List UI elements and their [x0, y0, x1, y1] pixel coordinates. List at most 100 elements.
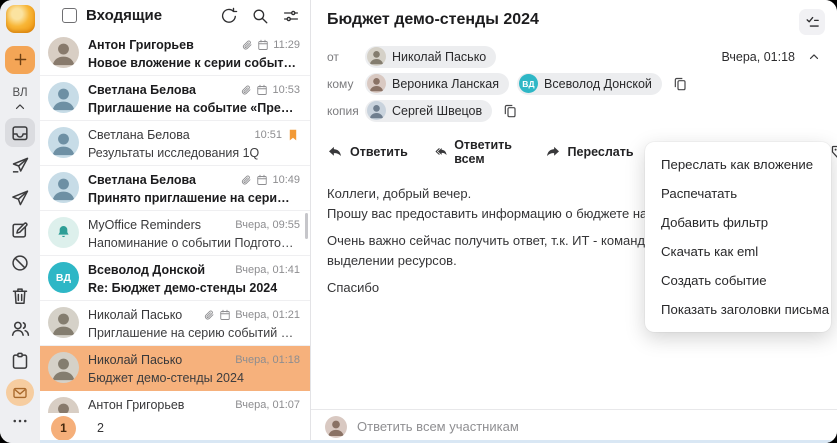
email-list-item[interactable]: Николай Пасько Вчера, 01:21 Приглашение … [40, 301, 310, 346]
message-subject: Бюджет демо-стенды 2024 [327, 11, 539, 28]
calendar-icon [10, 351, 30, 371]
folder-spam-button[interactable] [5, 249, 35, 278]
reply-button[interactable]: Ответить [327, 144, 408, 160]
email-summary: Николай Пасько Вчера, 01:18 Бюджет демо-… [88, 352, 300, 390]
email-time: Вчера, 01:18 [235, 354, 300, 366]
user-initials-badge[interactable]: ВЛ [12, 87, 27, 99]
sender-name: Светлана Белова [88, 173, 196, 187]
contact-chip[interactable]: Николай Пасько [365, 45, 497, 68]
message-date-block: Вчера, 01:18 [721, 50, 821, 64]
reply-all-button[interactable]: Ответить всем [435, 138, 518, 166]
email-subject: Приглашение на серию событий «Демо стен… [88, 326, 300, 340]
recipients-block: от Николай Пасько Вчера, 01:18 кому Веро… [311, 35, 837, 126]
sender-name: Николай Пасько [88, 353, 183, 367]
email-summary: Всеволод Донской Вчера, 01:41 Re: Бюджет… [88, 262, 300, 300]
email-summary: MyOffice Reminders Вчера, 09:55 Напомина… [88, 217, 300, 255]
avatar-initials: ВД [522, 78, 535, 89]
mail-icon [12, 385, 28, 401]
search-icon[interactable] [251, 7, 269, 25]
app-mail-button[interactable] [6, 379, 34, 407]
bell-icon [55, 224, 72, 241]
quick-reply-bar[interactable]: Ответить всем участникам [311, 409, 837, 443]
forward-label: Переслать [567, 145, 634, 159]
app-calendar-button[interactable] [5, 347, 35, 376]
email-time: 10:53 [272, 84, 300, 96]
email-list-item-selected[interactable]: Николай Пасько Вчера, 01:18 Бюджет демо-… [40, 346, 310, 391]
contact-chip[interactable]: Вероника Ланская [365, 72, 510, 95]
avatar-initials: ВД [55, 271, 72, 284]
menu-item-show-headers[interactable]: Показать заголовки письма [645, 295, 831, 324]
email-list-item[interactable]: Светлана Белова 10:51 Результаты исследо… [40, 121, 310, 166]
collapse-account-button[interactable] [13, 100, 27, 114]
email-list-item[interactable]: MyOffice Reminders Вчера, 09:55 Напомина… [40, 211, 310, 256]
contact-name: Всеволод Донской [544, 76, 652, 91]
menu-item-print[interactable]: Распечатать [645, 179, 831, 208]
email-list-item[interactable]: Светлана Белова 10:53 Приглашение на соб… [40, 76, 310, 121]
copy-cc-button[interactable] [502, 103, 518, 119]
folder-trash-button[interactable] [5, 281, 35, 310]
blocked-icon [10, 253, 30, 273]
message-header: Бюджет демо-стенды 2024 [311, 0, 837, 35]
outbox-icon [10, 155, 30, 175]
app-contacts-button[interactable] [5, 314, 35, 343]
email-list-item[interactable]: Антон Григорьев Вчера, 01:07 [40, 391, 310, 413]
compose-new-button[interactable] [5, 45, 35, 75]
email-list-item[interactable]: ВД Всеволод Донской Вчера, 01:41 Re: Бюд… [40, 256, 310, 301]
contact-name: Вероника Ланская [392, 76, 500, 91]
select-all-checkbox[interactable] [62, 8, 77, 23]
avatar [367, 101, 386, 120]
email-summary: Антон Григорьев Вчера, 01:07 [88, 397, 300, 413]
contact-chip[interactable]: Сергей Швецов [365, 99, 493, 122]
message-context-menu: Переслать как вложение Распечатать Добав… [645, 142, 831, 332]
forward-button[interactable]: Переслать [545, 144, 634, 160]
trash-icon [10, 286, 30, 306]
email-meta: 11:29 [241, 39, 300, 51]
chevron-up-icon [13, 100, 27, 114]
folder-inbox-button[interactable] [5, 118, 35, 147]
email-time: Вчера, 01:21 [235, 309, 300, 321]
refresh-icon[interactable] [220, 7, 238, 25]
attachment-icon [240, 84, 252, 96]
person-icon [325, 416, 347, 438]
filter-icon[interactable] [282, 7, 300, 25]
folder-outbox-button[interactable] [5, 151, 35, 180]
avatar [48, 37, 79, 68]
menu-item-add-filter[interactable]: Добавить фильтр [645, 208, 831, 237]
reply-all-label: Ответить всем [454, 138, 512, 166]
email-summary: Антон Григорьев 11:29 Новое вложение к с… [88, 37, 300, 75]
folder-drafts-button[interactable] [5, 216, 35, 245]
email-time: 10:51 [254, 129, 282, 141]
copy-icon [502, 103, 518, 119]
page-button-1[interactable]: 1 [51, 415, 76, 441]
email-meta: 10:53 [240, 84, 300, 96]
copy-recipients-button[interactable] [672, 76, 688, 92]
attachment-icon [240, 174, 252, 186]
email-list-item[interactable]: Антон Григорьев 11:29 Новое вложение к с… [40, 31, 310, 76]
folder-sent-button[interactable] [5, 184, 35, 213]
collapse-header-button[interactable] [807, 50, 821, 64]
tasks-panel-button[interactable] [799, 9, 825, 35]
myoffice-logo[interactable] [5, 5, 35, 33]
avatar: ВД [48, 262, 79, 293]
avatar [48, 172, 79, 203]
sender-name: Антон Григорьев [88, 398, 185, 412]
folder-title: Входящие [86, 7, 163, 24]
email-list: Антон Григорьев 11:29 Новое вложение к с… [40, 31, 310, 413]
contact-chip[interactable]: ВД Всеволод Донской [517, 72, 662, 95]
menu-item-download-eml[interactable]: Скачать как eml [645, 237, 831, 266]
email-subject: Напоминание о событии Подготовить отчет… [88, 236, 300, 250]
page-button-2[interactable]: 2 [97, 421, 104, 435]
menu-item-forward-as-attachment[interactable]: Переслать как вложение [645, 150, 831, 179]
avatar: ВД [519, 74, 539, 93]
email-list-item[interactable]: Светлана Белова 10:49 Принято приглашени… [40, 166, 310, 211]
list-scrollbar[interactable] [305, 213, 308, 239]
message-date: Вчера, 01:18 [721, 49, 795, 64]
email-time: Вчера, 01:41 [235, 264, 300, 276]
email-list-pane: Входящие Антон Григорьев 11:29 Новое вло… [40, 0, 311, 443]
email-time: Вчера, 09:55 [235, 219, 300, 231]
person-icon [367, 74, 386, 93]
avatar [367, 47, 386, 66]
menu-item-create-event[interactable]: Создать событие [645, 266, 831, 295]
person-icon [48, 37, 79, 68]
app-more-button[interactable] [11, 412, 29, 435]
